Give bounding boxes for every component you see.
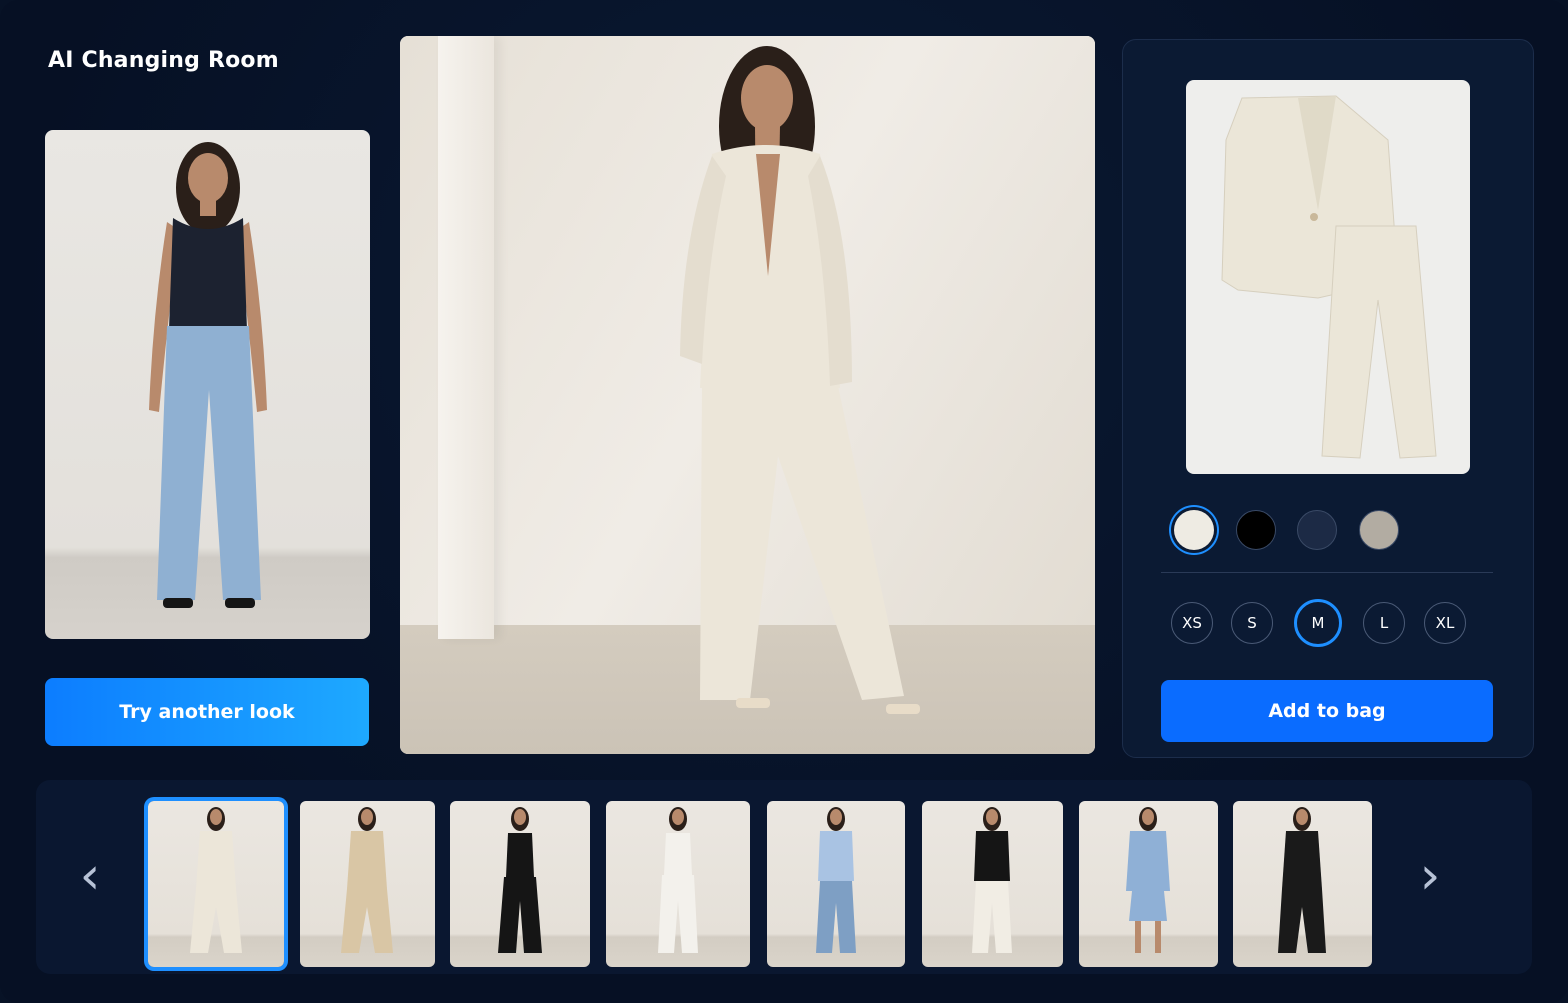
look-thumbnail-black-tank-wide-pants[interactable] bbox=[450, 801, 590, 967]
app-title: AI Changing Room bbox=[48, 48, 279, 73]
look-thumbnail-blue-shirt-jeans[interactable] bbox=[767, 801, 905, 967]
size-s-button[interactable]: S bbox=[1231, 602, 1273, 644]
chevron-right-icon[interactable]: › bbox=[1410, 850, 1450, 902]
app-window: AI Changing Room Try another look XS S M… bbox=[0, 0, 1568, 1003]
try-another-look-button[interactable]: Try another look bbox=[45, 678, 369, 746]
user-photo bbox=[45, 130, 370, 639]
look-thumbnail-black-top-white-pants[interactable] bbox=[922, 801, 1063, 967]
size-xs-button[interactable]: XS bbox=[1171, 602, 1213, 644]
look-thumbnail-black-suit[interactable] bbox=[1233, 801, 1372, 967]
looks-carousel: ‹ › bbox=[36, 780, 1532, 974]
model-trousers bbox=[700, 386, 904, 700]
color-swatch-cream[interactable] bbox=[1174, 510, 1214, 550]
product-image bbox=[1186, 80, 1470, 474]
main-preview-image bbox=[400, 36, 1095, 754]
product-trousers bbox=[1321, 225, 1437, 459]
look-thumbnail-white-tank-trousers[interactable] bbox=[606, 801, 750, 967]
add-to-bag-button[interactable]: Add to bag bbox=[1161, 680, 1493, 742]
panel-divider bbox=[1161, 572, 1493, 573]
chevron-left-icon[interactable]: ‹ bbox=[70, 850, 110, 902]
size-m-button[interactable]: M bbox=[1294, 599, 1342, 647]
user-top bbox=[169, 218, 247, 330]
look-thumbnail-beige-suit[interactable] bbox=[300, 801, 435, 967]
look-thumbnail-blue-blazer-skirt[interactable] bbox=[1079, 801, 1218, 967]
size-xl-button[interactable]: XL bbox=[1424, 602, 1466, 644]
color-swatch-black[interactable] bbox=[1236, 510, 1276, 550]
color-swatch-taupe[interactable] bbox=[1359, 510, 1399, 550]
color-swatch-navy[interactable] bbox=[1297, 510, 1337, 550]
size-l-button[interactable]: L bbox=[1363, 602, 1405, 644]
user-jeans bbox=[157, 326, 261, 600]
look-thumbnail-cream-suit[interactable] bbox=[148, 801, 284, 967]
product-panel: XS S M L XL Add to bag bbox=[1122, 39, 1534, 758]
